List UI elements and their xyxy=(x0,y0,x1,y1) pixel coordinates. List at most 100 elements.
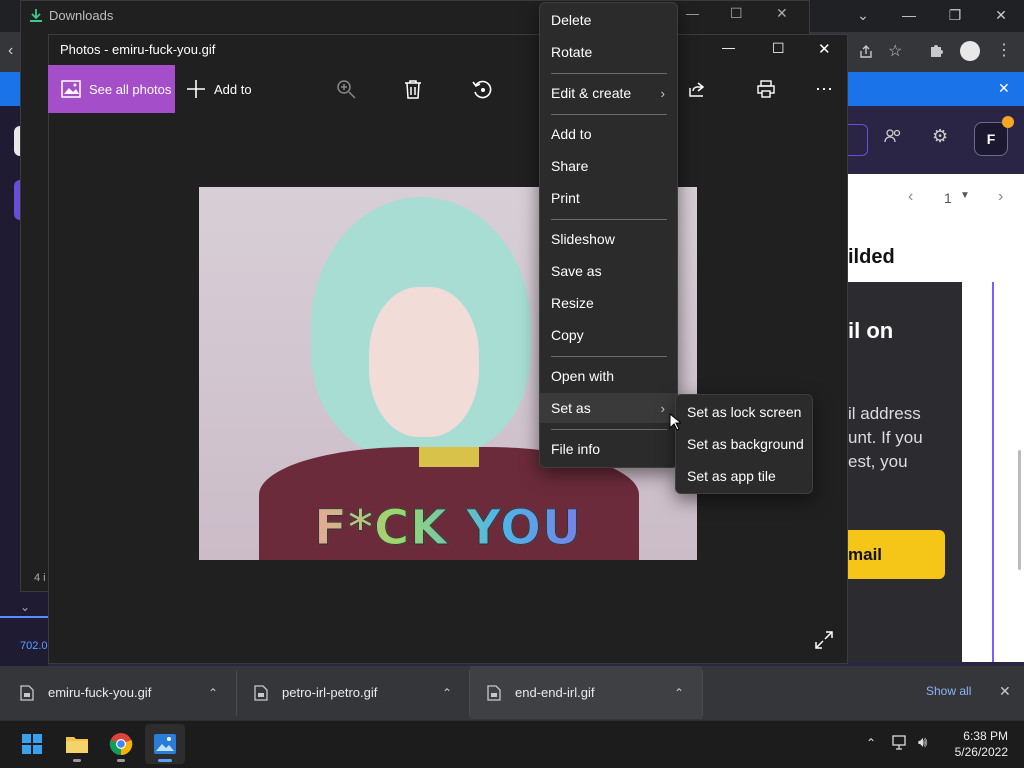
menu-item-rotate[interactable]: Rotate xyxy=(540,37,677,67)
chrome-icon[interactable] xyxy=(101,724,141,764)
web-button-label: mail xyxy=(848,544,883,564)
network-icon[interactable] xyxy=(892,735,910,751)
menu-item-delete[interactable]: Delete xyxy=(540,5,677,35)
add-to-button[interactable]: Add to xyxy=(186,65,252,113)
prev-page-icon[interactable]: ‹ xyxy=(908,188,913,206)
menu-item-edit-create[interactable]: Edit & create › xyxy=(540,78,677,108)
menu-item-print[interactable]: Print xyxy=(540,183,677,213)
infobar-close-icon[interactable]: ✕ xyxy=(998,80,1010,97)
next-page-icon[interactable]: › xyxy=(998,188,1003,206)
menu-item-slideshow[interactable]: Slideshow xyxy=(540,224,677,254)
menu-separator xyxy=(551,114,667,115)
extensions-puzzle-icon[interactable] xyxy=(928,41,946,59)
menu-item-label: Rotate xyxy=(551,44,593,60)
photos-title: Photos - emiru-fuck-you.gif xyxy=(60,42,216,57)
download-item[interactable]: end-end-irl.gif ⌃ xyxy=(470,666,702,719)
submenu-item-label: Set as app tile xyxy=(687,468,776,484)
web-email-button[interactable]: mail xyxy=(848,530,945,579)
start-windows-icon[interactable] xyxy=(12,724,52,764)
menu-separator xyxy=(551,219,667,220)
download-options-chevron-icon[interactable]: ⌃ xyxy=(442,686,452,700)
shelf-divider xyxy=(236,670,237,716)
menu-item-open-with[interactable]: Open with xyxy=(540,361,677,391)
share-icon[interactable] xyxy=(856,42,876,62)
menu-item-file-info[interactable]: File info xyxy=(540,434,677,464)
submenu-item-lock-screen[interactable]: Set as lock screen xyxy=(676,397,812,427)
menu-item-save-as[interactable]: Save as xyxy=(540,256,677,286)
clock-date[interactable]: 5/26/2022 xyxy=(944,745,1008,759)
download-item[interactable]: petro-irl-petro.gif ⌃ xyxy=(254,666,464,719)
page-dropdown-icon[interactable]: ▼ xyxy=(960,190,970,201)
show-all-link[interactable]: Show all xyxy=(926,684,971,698)
menu-separator xyxy=(551,356,667,357)
explorer-status-size: 702.0 xyxy=(20,640,48,652)
chevron-right-icon: › xyxy=(660,401,665,416)
explorer-maximize-icon[interactable]: ☐ xyxy=(730,5,743,22)
back-arrow-icon[interactable]: ‹ xyxy=(8,42,13,60)
explorer-minimize-icon[interactable]: — xyxy=(686,6,699,21)
menu-item-label: Copy xyxy=(551,327,584,343)
fullscreen-expand-icon[interactable] xyxy=(814,630,834,650)
menu-item-label: Add to xyxy=(551,126,592,142)
submenu-item-label: Set as background xyxy=(687,436,804,452)
web-body-line: il address xyxy=(848,404,921,423)
close-icon[interactable]: ✕ xyxy=(978,0,1024,30)
photos-maximize-icon[interactable]: ☐ xyxy=(772,40,785,57)
menu-item-label: Set as xyxy=(551,400,591,416)
mouse-cursor-icon xyxy=(669,413,681,431)
web-big-text: il on xyxy=(848,318,894,343)
submenu-item-app-tile[interactable]: Set as app tile xyxy=(676,461,812,491)
shelf-close-icon[interactable]: ✕ xyxy=(999,683,1011,700)
menu-item-resize[interactable]: Resize xyxy=(540,288,677,318)
explorer-status-count: 4 i xyxy=(34,572,46,584)
zoom-in-icon[interactable] xyxy=(331,74,361,104)
page-number[interactable]: 1 xyxy=(944,190,952,206)
rotate-icon[interactable] xyxy=(467,74,497,104)
tray-overflow-chevron-icon[interactable]: ⌃ xyxy=(866,736,876,750)
see-all-photos-button[interactable]: See all photos xyxy=(48,65,175,113)
download-filename: petro-irl-petro.gif xyxy=(282,685,378,700)
download-item[interactable]: emiru-fuck-you.gif ⌃ xyxy=(20,666,230,719)
bookmark-star-icon[interactable]: ☆ xyxy=(888,41,902,61)
submenu-item-background[interactable]: Set as background xyxy=(676,429,812,459)
more-options-icon[interactable]: ⋯ xyxy=(809,74,839,104)
explorer-close-icon[interactable]: ✕ xyxy=(776,5,788,22)
settings-gear-icon[interactable]: ⚙ xyxy=(932,126,948,147)
share-icon[interactable] xyxy=(682,74,712,104)
web-header-pill[interactable] xyxy=(848,124,868,156)
print-icon[interactable] xyxy=(751,74,781,104)
volume-icon[interactable]: 🔊︎ xyxy=(918,734,927,751)
context-menu: Delete Rotate Edit & create › Add to Shar… xyxy=(539,2,678,468)
chrome-menu-icon[interactable]: ⋮ xyxy=(996,40,1012,60)
people-icon[interactable] xyxy=(884,128,902,144)
explorer-collapse-icon[interactable]: ⌄ xyxy=(20,600,30,614)
download-folder-icon xyxy=(28,8,44,24)
tab-search-icon[interactable]: ⌄ xyxy=(840,0,886,30)
download-options-chevron-icon[interactable]: ⌃ xyxy=(208,686,218,700)
menu-item-label: Open with xyxy=(551,368,615,384)
restore-icon[interactable]: ❐ xyxy=(932,0,978,30)
minimize-icon[interactable]: — xyxy=(886,0,932,30)
running-indicator xyxy=(117,759,125,762)
image-accessory xyxy=(419,447,479,467)
menu-item-share[interactable]: Share xyxy=(540,151,677,181)
web-scrollbar[interactable] xyxy=(1018,450,1021,570)
file-explorer-icon[interactable] xyxy=(57,724,97,764)
delete-trash-icon[interactable] xyxy=(398,74,428,104)
web-side-border xyxy=(992,282,994,662)
menu-item-label: File info xyxy=(551,441,601,457)
profile-avatar-icon[interactable] xyxy=(960,41,980,61)
web-pager: ‹ 1 ▼ › xyxy=(848,174,1024,224)
menu-item-copy[interactable]: Copy xyxy=(540,320,677,350)
menu-item-add-to[interactable]: Add to xyxy=(540,119,677,149)
menu-item-set-as[interactable]: Set as › xyxy=(540,393,677,423)
photos-close-icon[interactable]: ✕ xyxy=(818,40,831,58)
download-options-chevron-icon[interactable]: ⌃ xyxy=(674,686,684,700)
user-avatar[interactable]: F xyxy=(974,122,1008,156)
avatar-letter: F xyxy=(986,131,996,147)
chevron-right-icon: › xyxy=(660,86,665,101)
menu-item-label: Share xyxy=(551,158,589,174)
photos-app-icon[interactable] xyxy=(145,724,185,764)
clock-time[interactable]: 6:38 PM xyxy=(944,729,1008,743)
photos-minimize-icon[interactable]: — xyxy=(722,40,735,55)
